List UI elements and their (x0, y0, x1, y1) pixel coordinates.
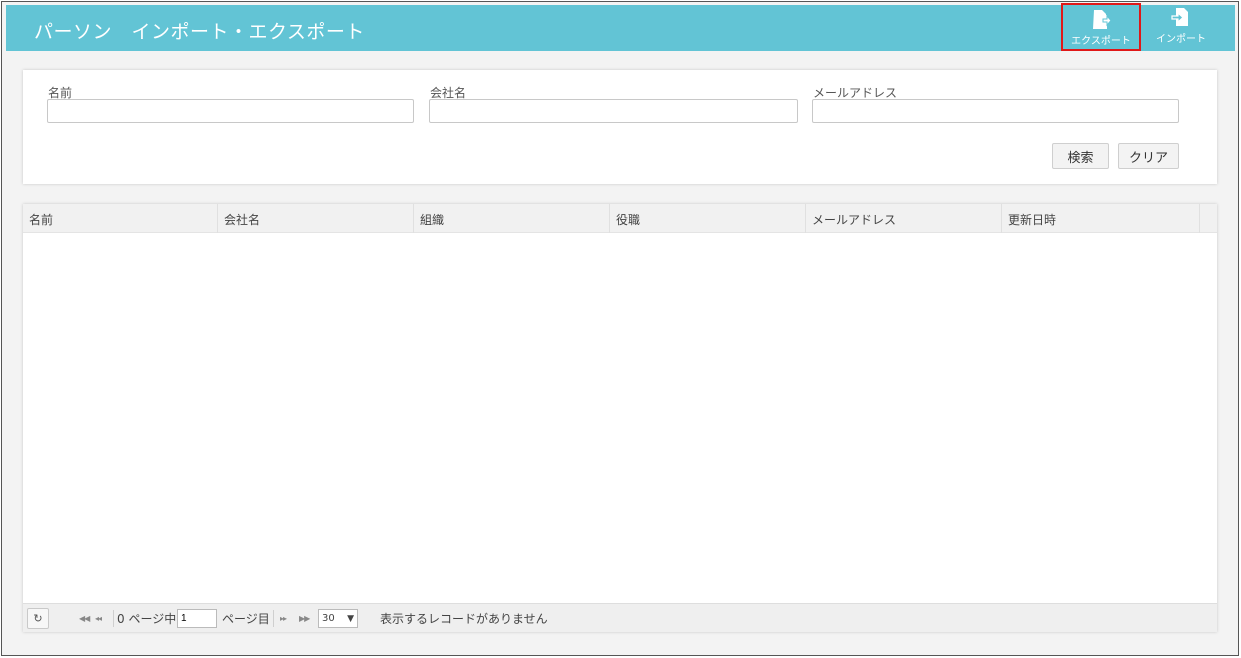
column-header-position[interactable]: 役職 (610, 204, 806, 233)
file-import-icon (1171, 8, 1188, 26)
column-header-updated[interactable]: 更新日時 (1002, 204, 1200, 233)
prev-page-icon[interactable]: ◂◂ (95, 614, 102, 623)
column-header-email[interactable]: メールアドレス (806, 204, 1002, 233)
page-size-select[interactable]: 30 ▼ (318, 609, 358, 628)
column-header-organization[interactable]: 組織 (414, 204, 610, 233)
export-button[interactable]: エクスポート (1061, 3, 1141, 51)
import-label: インポート (1156, 34, 1206, 45)
pager: ↻ ◀◀ ◂◂ 0 ページ中 ページ目 ▸▸ ▶▶ 30 ▼ 表示するレコードが… (23, 603, 1217, 632)
import-button[interactable]: インポート (1145, 3, 1217, 51)
page-prefix: 0 ページ中 (117, 612, 177, 626)
export-label: エクスポート (1071, 36, 1131, 47)
file-export-icon (1093, 10, 1111, 29)
column-header-name[interactable]: 名前 (23, 204, 218, 233)
page-title: パーソン インポート・エクスポート (34, 21, 365, 43)
email-input[interactable] (812, 99, 1179, 123)
refresh-button[interactable]: ↻ (27, 608, 49, 629)
next-page-icon[interactable]: ▸▸ (280, 614, 287, 623)
pager-separator (113, 610, 114, 627)
clear-button[interactable]: クリア (1118, 143, 1179, 169)
search-panel: 名前 会社名 メールアドレス 検索 クリア (23, 70, 1217, 184)
name-input[interactable] (47, 99, 414, 123)
last-page-icon[interactable]: ▶▶ (299, 614, 310, 623)
page-size-value: 30 (322, 613, 335, 624)
company-input[interactable] (429, 99, 798, 123)
refresh-icon: ↻ (33, 612, 43, 625)
search-button[interactable]: 検索 (1052, 143, 1109, 169)
chevron-down-icon: ▼ (347, 613, 354, 624)
grid-header: 名前 会社名 組織 役職 メールアドレス 更新日時 (23, 204, 1217, 233)
app-header: パーソン インポート・エクスポート (6, 5, 1235, 51)
grid-body (23, 233, 1217, 603)
page-number-input[interactable] (177, 609, 217, 628)
pager-status: 表示するレコードがありません (380, 612, 548, 626)
results-grid: 名前 会社名 組織 役職 メールアドレス 更新日時 ↻ ◀◀ ◂◂ 0 ページ中… (23, 204, 1217, 632)
page-suffix: ページ目 (222, 612, 270, 626)
column-header-company[interactable]: 会社名 (218, 204, 414, 233)
first-page-icon[interactable]: ◀◀ (79, 614, 90, 623)
pager-separator (273, 610, 274, 627)
